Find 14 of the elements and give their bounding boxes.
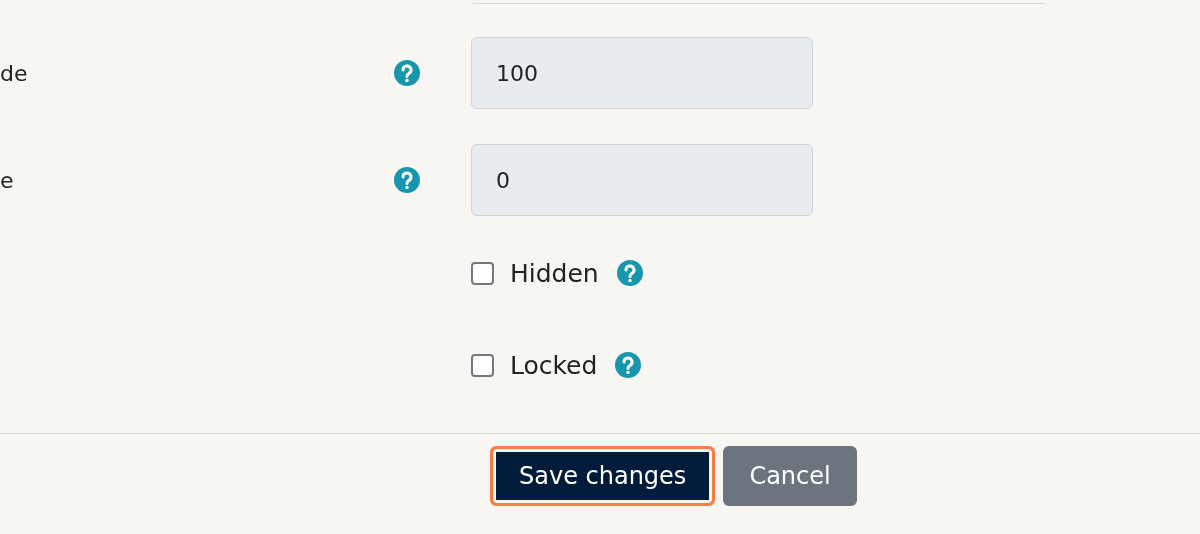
checkbox-label: Locked — [510, 350, 598, 380]
cancel-button[interactable]: Cancel — [723, 446, 857, 506]
help-icon[interactable] — [616, 260, 643, 286]
help-icon[interactable] — [615, 352, 642, 378]
checkbox[interactable] — [471, 261, 494, 285]
number-field[interactable]: 0 — [471, 144, 813, 216]
help-icon[interactable] — [394, 60, 420, 86]
help-icon[interactable] — [394, 167, 420, 193]
save-button[interactable]: Save changes — [490, 446, 716, 506]
field-label: e — [0, 167, 15, 193]
checkbox-label: Hidden — [510, 258, 599, 288]
number-field[interactable]: 100 — [471, 37, 813, 109]
checkbox[interactable] — [471, 353, 494, 377]
field-label: de — [0, 60, 29, 86]
